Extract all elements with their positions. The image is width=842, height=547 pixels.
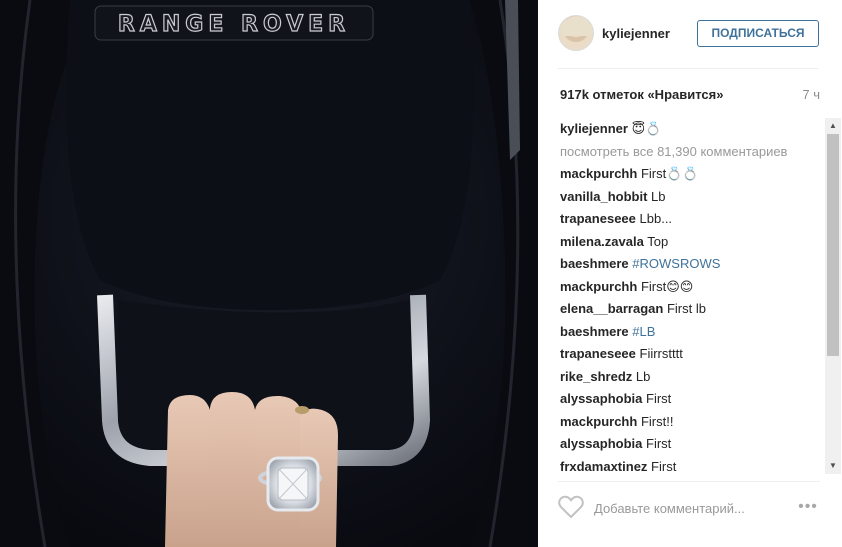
comment-item: frxdamaxtinez First [560, 458, 820, 477]
comment-text: First [651, 458, 677, 474]
comment-item: milena.zavala Top [560, 233, 820, 256]
comment-text: First [646, 436, 672, 451]
comment-username[interactable]: alyssaphobia [560, 391, 642, 406]
comment-text: First💍💍 [640, 166, 699, 181]
avatar-hair-shape [561, 16, 593, 36]
post-time[interactable]: 7 ч [802, 87, 820, 102]
heart-icon[interactable] [558, 495, 584, 519]
comments-scrollbar[interactable]: ▲ ▼ [825, 118, 841, 474]
comment-item: mackpurchh First😊😊 [560, 278, 820, 301]
more-options-icon[interactable]: ••• [795, 498, 821, 516]
comment-hashtag-link[interactable]: #LB [632, 324, 655, 339]
post-footer: ••• [538, 490, 842, 530]
caption-text: 😇💍 [631, 121, 662, 136]
post-photo[interactable]: RANGE ROVER [0, 0, 538, 547]
comments-list[interactable]: kyliejenner 😇💍 посмотреть все 81,390 ком… [560, 120, 820, 476]
header-divider [558, 68, 818, 69]
comment-hashtag-link[interactable]: #ROWSROWS [632, 256, 720, 271]
comment-text: First!! [640, 413, 674, 429]
view-all-comments-link[interactable]: посмотреть все 81,390 комментариев [560, 143, 820, 166]
comment-username[interactable]: frxdamaxtinez [560, 459, 647, 474]
comment-item: elena__barragan First lb [560, 300, 820, 323]
comment-username[interactable]: milena.zavala [560, 234, 644, 249]
comment-text: Top [647, 233, 669, 249]
comment-item: mackpurchh First💍💍 [560, 165, 820, 188]
avatar[interactable] [558, 15, 594, 51]
comment-text: Fiirrstttt [639, 346, 683, 361]
add-comment-input[interactable] [594, 497, 784, 519]
brand-logo-text: RANGE ROVER [118, 12, 350, 37]
comment-item: alyssaphobia First [560, 435, 820, 458]
comment-username[interactable]: mackpurchh [560, 414, 637, 429]
comment-username[interactable]: alyssaphobia [560, 436, 642, 451]
comment-username[interactable]: mackpurchh [560, 279, 637, 294]
scroll-down-arrow-icon[interactable]: ▼ [825, 458, 841, 474]
comment-text: Lb [635, 368, 651, 384]
comment-username[interactable]: trapaneseee [560, 211, 636, 226]
follow-button[interactable]: ПОДПИСАТЬСЯ [697, 20, 819, 47]
comment-username[interactable]: baeshmere [560, 256, 629, 271]
scroll-up-arrow-icon[interactable]: ▲ [825, 118, 841, 134]
caption-username[interactable]: kyliejenner [560, 121, 628, 136]
header-username-link[interactable]: kyliejenner [602, 26, 670, 41]
comment-text: First lb [666, 301, 706, 316]
caption: kyliejenner 😇💍 [560, 120, 820, 143]
post-header: kyliejenner ПОДПИСАТЬСЯ [538, 0, 842, 68]
comment-item: baeshmere #LB [560, 323, 820, 346]
comment-username[interactable]: rike_shredz [560, 369, 632, 384]
comment-username[interactable]: baeshmere [560, 324, 629, 339]
comment-username[interactable]: vanilla_hobbit [560, 189, 647, 204]
comment-item: trapaneseee Lbb... [560, 210, 820, 233]
comment-text: First😊😊 [640, 278, 694, 294]
comment-item: rike_shredz Lb [560, 368, 820, 391]
footer-divider [558, 481, 820, 482]
comment-item: alyssaphobia First [560, 390, 820, 413]
comment-item: baeshmere #ROWSROWS [560, 255, 820, 278]
likes-row: 917k отметок «Нравится» 7 ч [560, 87, 820, 105]
scroll-thumb[interactable] [827, 134, 839, 356]
post-side-panel: kyliejenner ПОДПИСАТЬСЯ 917k отметок «Нр… [538, 0, 842, 547]
comment-username[interactable]: mackpurchh [560, 166, 637, 181]
comment-text: Lb [651, 188, 666, 204]
comment-item: vanilla_hobbit Lb [560, 188, 820, 211]
likes-count[interactable]: 917k отметок «Нравится» [560, 87, 723, 102]
comment-text: Lbb... [639, 211, 673, 226]
comment-item: trapaneseee Fiirrstttt [560, 345, 820, 368]
comment-text: First [646, 391, 672, 406]
comment-item: mackpurchh First!! [560, 413, 820, 436]
comment-username[interactable]: trapaneseee [560, 346, 636, 361]
photo-steering-wheel-image: RANGE ROVER [0, 0, 538, 547]
comment-username[interactable]: elena__barragan [560, 301, 663, 316]
